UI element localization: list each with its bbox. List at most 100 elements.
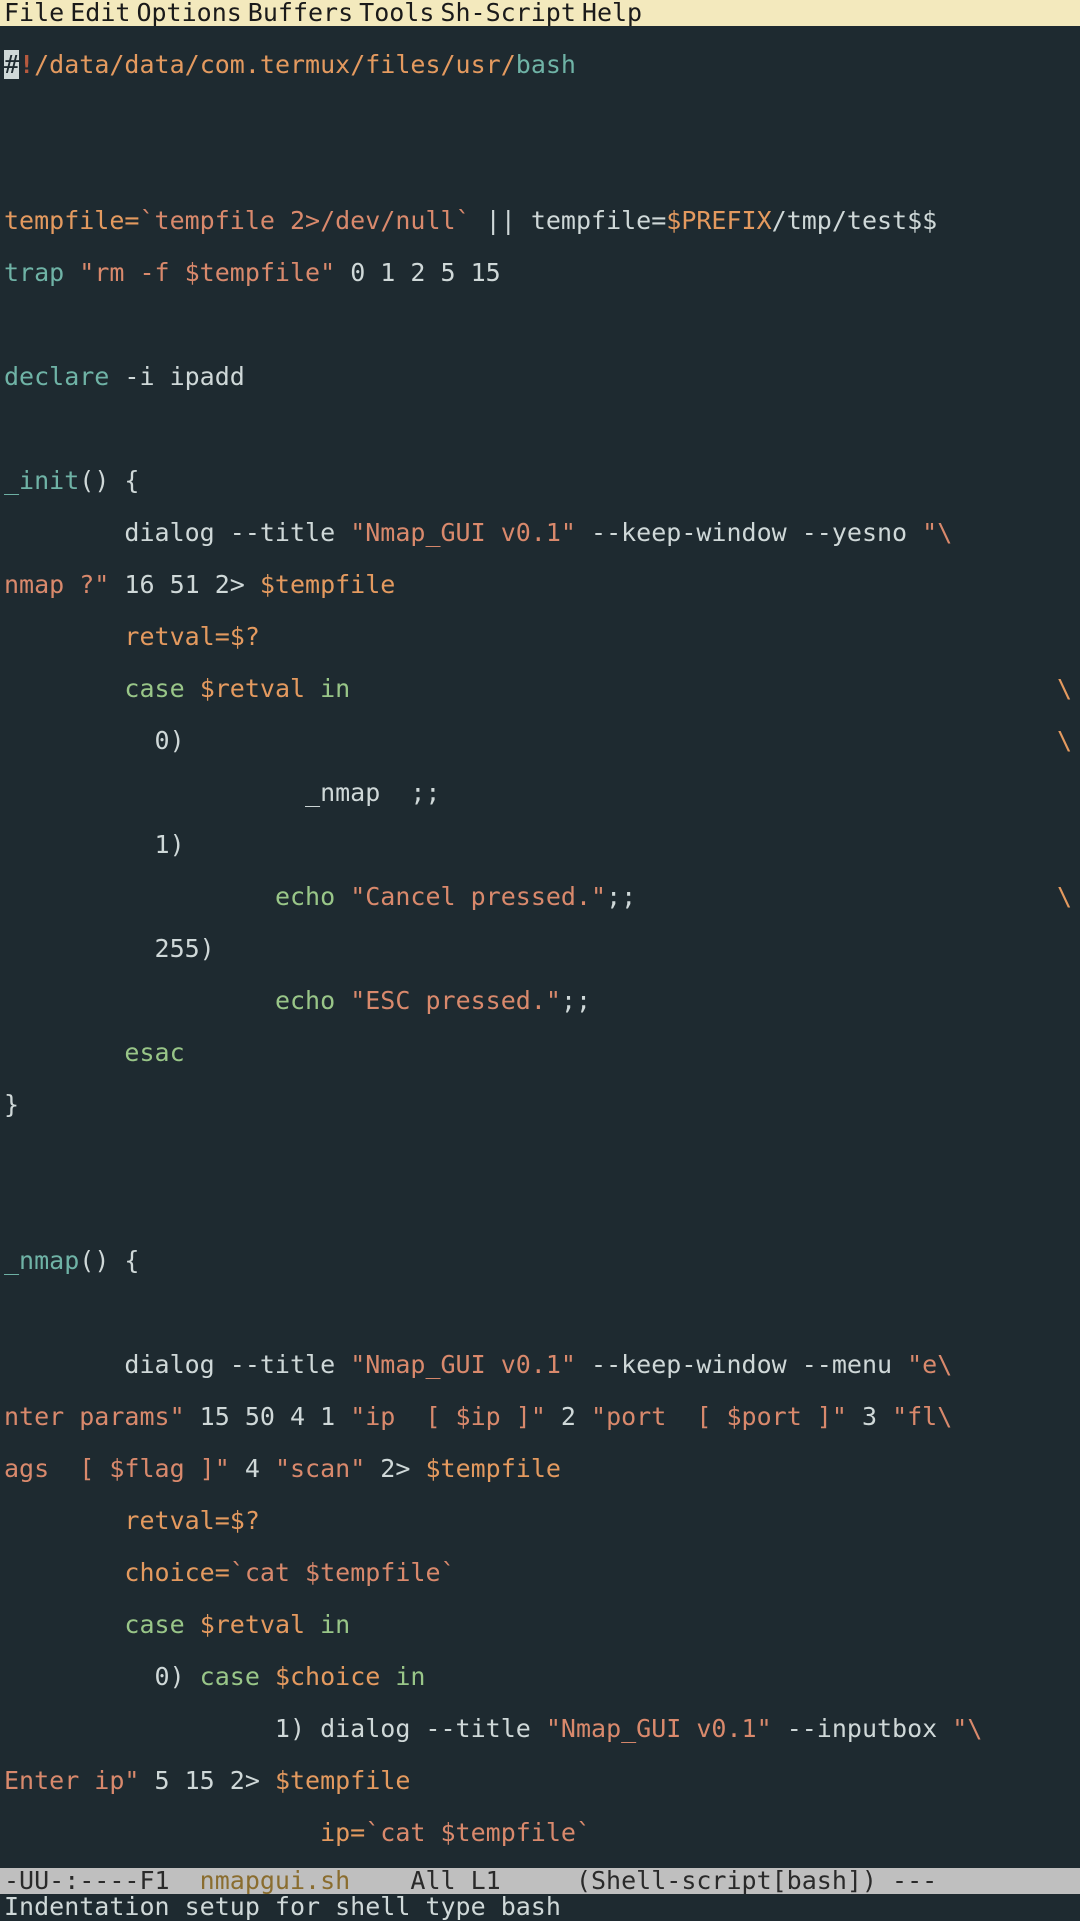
token: }: [4, 1090, 19, 1119]
token: [4, 674, 124, 703]
menu-help[interactable]: Help: [582, 0, 648, 26]
shebang-bang: !: [19, 50, 34, 79]
token: case: [124, 674, 184, 703]
token: () {: [79, 1246, 139, 1275]
code-line: case $retval in: [4, 1612, 1076, 1638]
token: "Nmap_GUI v0.1": [350, 1350, 576, 1379]
editor-buffer[interactable]: #!/data/data/com.termux/files/usr/bash t…: [0, 26, 1080, 1921]
token: $?: [230, 1506, 260, 1535]
token: tempfile=: [4, 206, 139, 235]
code-line: _nmap ;;: [4, 780, 1076, 806]
code-line: esac: [4, 1040, 1076, 1066]
menu-options[interactable]: Options: [136, 0, 247, 26]
token: `cat $tempfile`: [365, 1818, 591, 1847]
token: $tempfile: [275, 1766, 410, 1795]
modeline-status: -UU-:----F1: [4, 1866, 200, 1895]
token: ;;: [561, 986, 591, 1015]
token: 2: [546, 1402, 591, 1431]
code-line: 255): [4, 936, 1076, 962]
modeline-info: All L1 (Shell-script[bash]) ---: [350, 1866, 937, 1895]
menu-edit[interactable]: Edit: [70, 0, 136, 26]
code-line: ags [ $flag ]" 4 "scan" 2> $tempfile: [4, 1456, 1076, 1482]
token: [4, 986, 275, 1015]
code-line: ip=`cat $tempfile`: [4, 1820, 1076, 1846]
menu-bar: File Edit Options Buffers Tools Sh-Scrip…: [0, 0, 1080, 26]
token: retval=: [4, 1506, 230, 1535]
token: case: [124, 1610, 184, 1639]
token: 0): [4, 1662, 200, 1691]
token: _nmap: [4, 1246, 79, 1275]
token: $retval: [185, 1610, 305, 1639]
token: --keep-window --menu: [576, 1350, 907, 1379]
token: $?: [230, 622, 260, 651]
token: $tempfile: [260, 570, 395, 599]
token: in: [305, 674, 350, 703]
token: case: [200, 1662, 260, 1691]
token: "ESC pressed.": [335, 986, 561, 1015]
menu-file[interactable]: File: [4, 0, 70, 26]
code-line: 1): [4, 832, 1076, 858]
token: 4: [230, 1454, 275, 1483]
token: "\: [952, 1714, 982, 1743]
token: () {: [79, 466, 139, 495]
token: esac: [124, 1038, 184, 1067]
code-line: nter params" 15 50 4 1 "ip [ $ip ]" 2 "p…: [4, 1404, 1076, 1430]
token: `tempfile 2>/dev/null`: [139, 206, 470, 235]
token: "Nmap_GUI v0.1": [546, 1714, 772, 1743]
menu-buffers[interactable]: Buffers: [248, 0, 359, 26]
token: "\: [922, 518, 952, 547]
code-line: echo "ESC pressed.";;: [4, 988, 1076, 1014]
token: $tempfile: [425, 1454, 560, 1483]
code-line: tempfile=`tempfile 2>/dev/null` || tempf…: [4, 208, 1076, 234]
modeline-filename: nmapgui.sh: [200, 1866, 351, 1895]
token: in: [305, 1610, 350, 1639]
token: 0 1 2 5 15: [335, 258, 501, 287]
token: "Cancel pressed.": [335, 882, 606, 911]
token: "scan": [275, 1454, 365, 1483]
code-line: 1) dialog --title "Nmap_GUI v0.1" --inpu…: [4, 1716, 1076, 1742]
token: `cat $tempfile`: [230, 1558, 456, 1587]
code-line: _init() {: [4, 468, 1076, 494]
token: nter params": [4, 1402, 185, 1431]
token: $retval: [185, 674, 305, 703]
code-line: Enter ip" 5 15 2> $tempfile: [4, 1768, 1076, 1794]
token: "rm -f $tempfile": [64, 258, 335, 287]
token: "port [ $port ]": [591, 1402, 847, 1431]
token: dialog --title: [4, 518, 350, 547]
token: 0): [4, 726, 185, 755]
token: ip=: [4, 1818, 365, 1847]
token: retval=: [4, 622, 230, 651]
token: $PREFIX: [666, 206, 771, 235]
token: [4, 1038, 124, 1067]
token: [4, 882, 275, 911]
token: _init: [4, 466, 79, 495]
token: echo: [275, 882, 335, 911]
token: 5 15 2>: [139, 1766, 274, 1795]
code-line: choice=`cat $tempfile`: [4, 1560, 1076, 1586]
token: 255): [4, 934, 215, 963]
token: choice=: [4, 1558, 230, 1587]
token: nmap ?": [4, 570, 109, 599]
code-line: dialog --title "Nmap_GUI v0.1" --keep-wi…: [4, 520, 1076, 546]
code-line: dialog --title "Nmap_GUI v0.1" --keep-wi…: [4, 1352, 1076, 1378]
token: \: [1057, 884, 1072, 910]
shebang-cmd: bash: [516, 50, 576, 79]
token: 3: [847, 1402, 892, 1431]
code-line: 0) case $choice in: [4, 1664, 1076, 1690]
code-line: trap "rm -f $tempfile" 0 1 2 5 15: [4, 260, 1076, 286]
token: _nmap ;;: [4, 778, 441, 807]
token: ags [ $flag ]": [4, 1454, 230, 1483]
menu-tools[interactable]: Tools: [359, 0, 440, 26]
token: \: [1057, 728, 1072, 754]
cursor: #: [4, 50, 19, 79]
code-line: _nmap() {: [4, 1248, 1076, 1274]
minibuffer[interactable]: Indentation setup for shell type bash: [0, 1894, 1080, 1920]
code-line: retval=$?: [4, 624, 1076, 650]
token: -i ipadd: [109, 362, 244, 391]
token: "fl\: [892, 1402, 952, 1431]
token: "Nmap_GUI v0.1": [350, 518, 576, 547]
token: --keep-window --yesno: [576, 518, 922, 547]
token: 2>: [365, 1454, 425, 1483]
menu-shscript[interactable]: Sh-Script: [440, 0, 581, 26]
shebang-path: /data/data/com.termux/files/usr/: [34, 50, 516, 79]
